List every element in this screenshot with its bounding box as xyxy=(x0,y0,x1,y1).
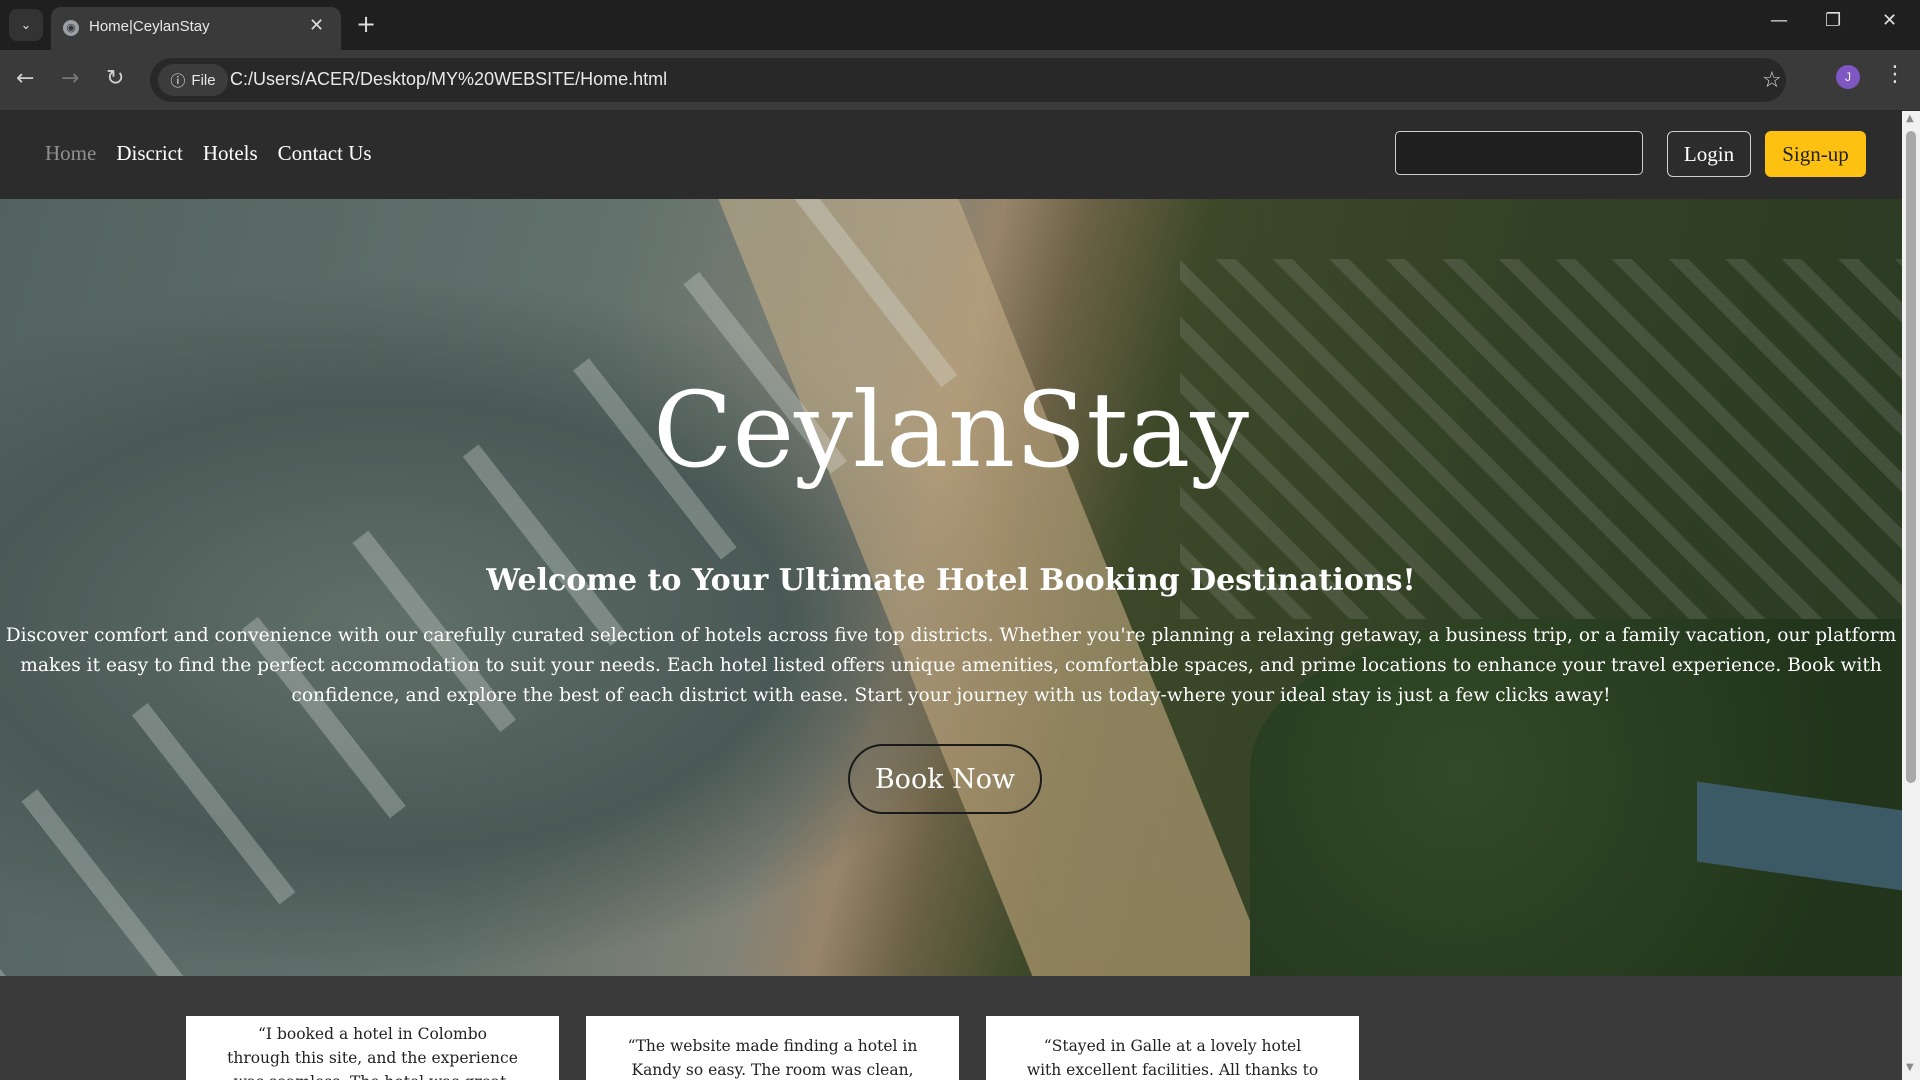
nav-contact-link[interactable]: Contact Us xyxy=(278,141,372,166)
testimonial-text: “The website made finding a hotel in Kan… xyxy=(627,1037,918,1079)
profile-avatar[interactable]: J xyxy=(1836,65,1860,89)
search-input[interactable] xyxy=(1395,131,1643,175)
hero-title: CeylanStay xyxy=(653,369,1249,491)
reload-icon[interactable]: ↻ xyxy=(106,66,124,91)
book-now-button[interactable]: Book Now xyxy=(848,744,1042,814)
bookmark-star-icon[interactable]: ☆ xyxy=(1762,68,1782,93)
login-button[interactable]: Login xyxy=(1667,131,1751,177)
testimonial-card: “I booked a hotel in Colombo through thi… xyxy=(186,1016,559,1080)
hero-description: Discover comfort and convenience with ou… xyxy=(5,625,1897,706)
globe-icon: ◉ xyxy=(63,20,79,36)
signup-button[interactable]: Sign-up xyxy=(1765,131,1866,177)
site-info-label: File xyxy=(191,71,216,89)
browser-tab[interactable]: ◉ Home|CeylanStay ✕ xyxy=(51,7,341,50)
url-text: C:/Users/ACER/Desktop/MY%20WEBSITE/Home.… xyxy=(230,69,668,89)
nav-links: Home Discrict Hotels Contact Us xyxy=(45,141,372,166)
tab-title: Home|CeylanStay xyxy=(89,18,210,35)
browser-menu-icon[interactable]: ⋮ xyxy=(1884,62,1906,87)
restore-icon[interactable]: ❐ xyxy=(1825,10,1841,31)
minimize-icon[interactable]: — xyxy=(1770,10,1788,31)
browser-toolbar: ← → ↻ ⓘ File C:/Users/ACER/Desktop/MY%20… xyxy=(0,50,1920,111)
site-navbar: Home Discrict Hotels Contact Us Login Si… xyxy=(0,111,1902,199)
scroll-up-icon[interactable]: ▲ xyxy=(1906,113,1914,124)
scroll-down-icon[interactable]: ▼ xyxy=(1906,1062,1914,1073)
nav-home-link[interactable]: Home xyxy=(45,141,96,166)
testimonial-card: “Stayed in Galle at a lovely hotel with … xyxy=(986,1016,1359,1080)
new-tab-icon[interactable]: + xyxy=(356,10,376,38)
site-info-chip[interactable]: ⓘ File xyxy=(158,64,228,96)
close-tab-icon[interactable]: ✕ xyxy=(309,15,324,36)
info-icon: ⓘ xyxy=(170,72,186,90)
tab-search-dropdown-icon[interactable]: ⌄ xyxy=(9,9,43,41)
forward-icon[interactable]: → xyxy=(61,66,79,91)
page-viewport: Home Discrict Hotels Contact Us Login Si… xyxy=(0,111,1902,1080)
nav-district-link[interactable]: Discrict xyxy=(116,141,182,166)
scroll-thumb[interactable] xyxy=(1906,131,1916,783)
back-icon[interactable]: ← xyxy=(16,66,34,91)
hero-subtitle: Welcome to Your Ultimate Hotel Booking D… xyxy=(486,563,1416,598)
nav-hotels-link[interactable]: Hotels xyxy=(203,141,258,166)
close-window-icon[interactable]: ✕ xyxy=(1882,10,1897,31)
testimonial-text: “I booked a hotel in Colombo through thi… xyxy=(227,1025,518,1080)
address-bar[interactable]: ⓘ File C:/Users/ACER/Desktop/MY%20WEBSIT… xyxy=(150,58,1786,102)
page-scrollbar[interactable]: ▲ ▼ xyxy=(1902,111,1920,1080)
testimonial-text: “Stayed in Galle at a lovely hotel with … xyxy=(1026,1037,1319,1079)
testimonial-card: “The website made finding a hotel in Kan… xyxy=(586,1016,959,1080)
hero-section: CeylanStay Welcome to Your Ultimate Hote… xyxy=(0,199,1902,976)
browser-tab-bar: ⌄ ◉ Home|CeylanStay ✕ + — ❐ ✕ xyxy=(0,0,1920,50)
testimonials-section: “I booked a hotel in Colombo through thi… xyxy=(0,976,1902,1080)
